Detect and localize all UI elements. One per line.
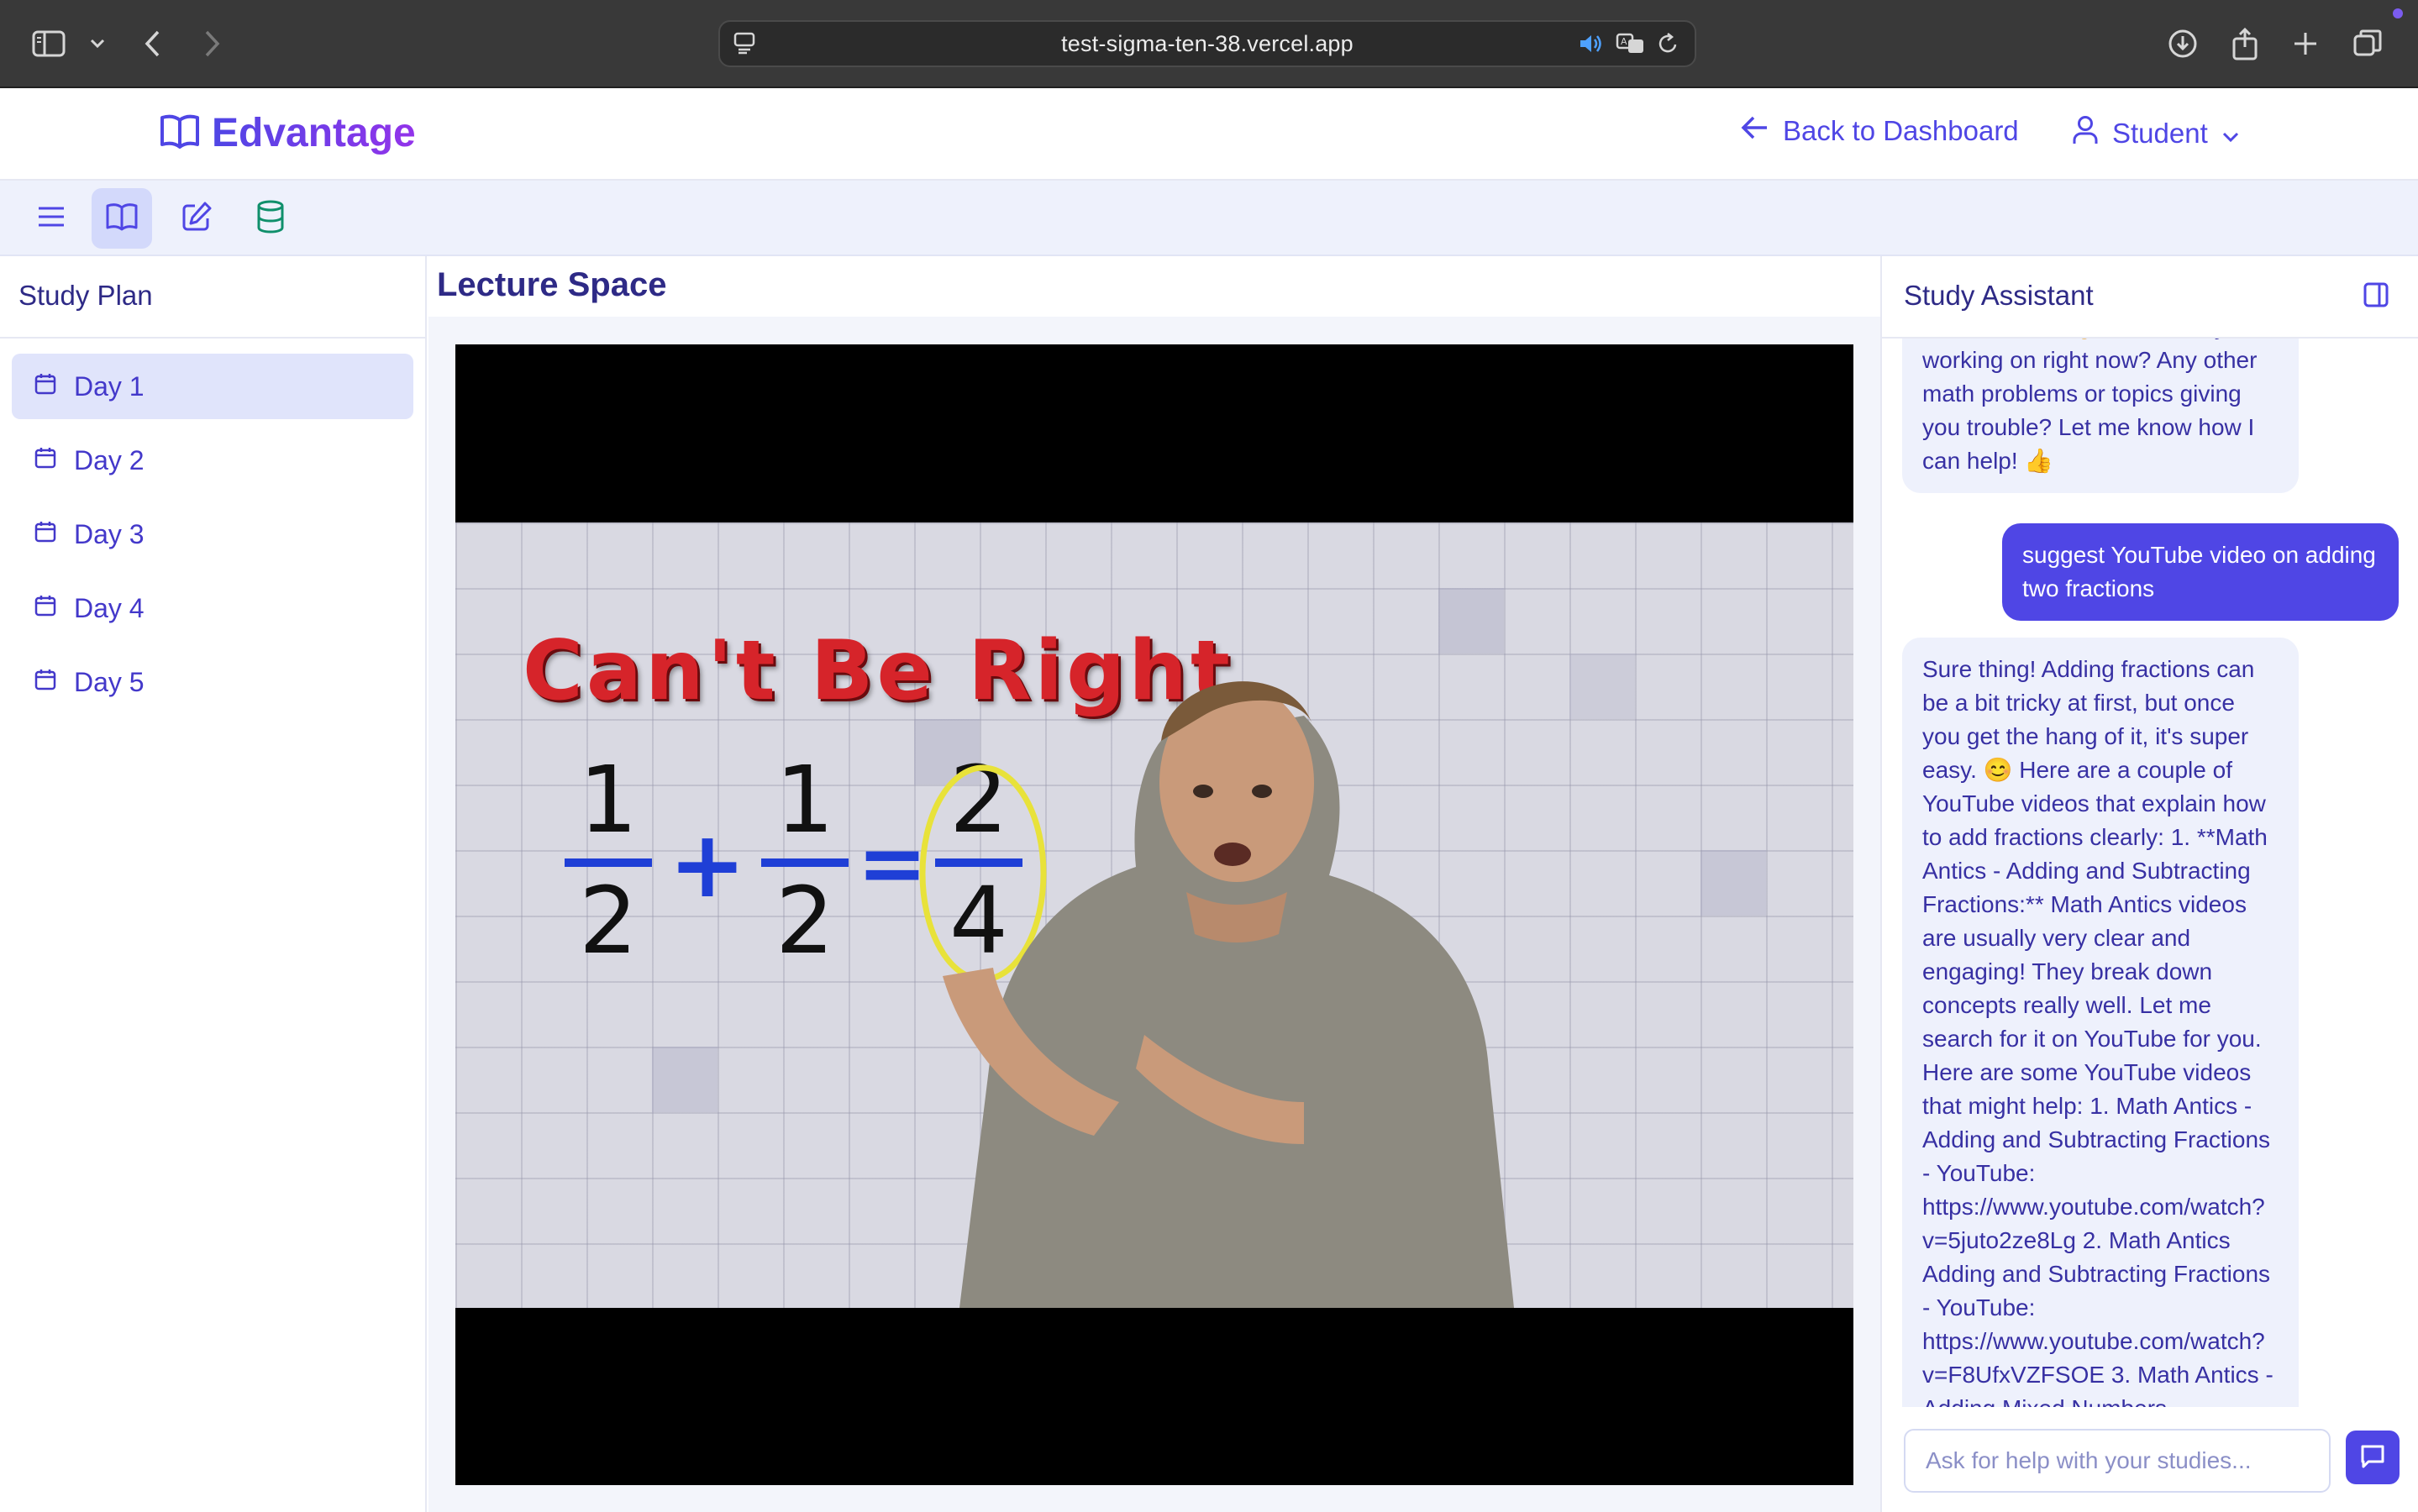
sidebar-item-day-1[interactable]: Day 1	[12, 354, 413, 419]
calendar-icon	[34, 445, 57, 476]
study-assistant-title: Study Assistant	[1904, 280, 2094, 311]
database-button[interactable]	[240, 188, 301, 249]
edit-icon	[181, 201, 213, 237]
study-assistant-panel: Study Assistant add fractions? 🤔 What ar…	[1880, 256, 2418, 1512]
sidebar-item-day-2[interactable]: Day 2	[12, 428, 413, 493]
denominator-2: 2	[775, 867, 834, 974]
translate-icon[interactable]: A	[1616, 32, 1646, 61]
sidebar-item-day-3[interactable]: Day 3	[12, 501, 413, 567]
chevron-down-icon	[2221, 118, 2240, 150]
numerator-1: 1	[579, 758, 638, 853]
menu-icon	[36, 204, 66, 234]
numerator-2: 1	[775, 758, 834, 853]
video-player[interactable]: Can't Be Right 1 2 + 1 2 = 2 4	[455, 344, 1853, 1485]
fraction-bar	[761, 858, 849, 867]
app-header: Edvantage Back to Dashboard Student	[0, 88, 2418, 181]
back-link-label: Back to Dashboard	[1783, 115, 2019, 146]
logo-text: Edvantage	[212, 111, 416, 155]
send-button[interactable]	[2346, 1431, 2400, 1484]
database-icon	[255, 200, 286, 238]
book-open-icon	[105, 202, 139, 236]
panel-right-icon	[2363, 282, 2389, 312]
presenter-figure	[943, 681, 1514, 1308]
sidebar-item-day-4[interactable]: Day 4	[12, 575, 413, 641]
user-icon	[2072, 115, 2099, 152]
lecture-title: Lecture Space	[437, 266, 667, 303]
plus-sign: +	[669, 811, 746, 918]
share-icon[interactable]	[2226, 25, 2263, 62]
study-plan-sidebar: Study Plan Day 1 Day 2 Day 3 Day 4 Day 5	[0, 256, 427, 1512]
sidebar-item-day-5[interactable]: Day 5	[12, 649, 413, 715]
day-label: Day 4	[74, 592, 145, 623]
browser-chrome: test-sigma-ten-38.vercel.app A	[0, 0, 2418, 88]
book-open-icon	[160, 113, 200, 154]
page-settings-icon[interactable]	[732, 30, 757, 61]
menu-button[interactable]	[21, 188, 81, 249]
new-tab-icon[interactable]	[2287, 25, 2324, 62]
lecture-space: Lecture Space Can't Be Right 1 2 + 1 2 =…	[428, 256, 1880, 1512]
svg-text:A: A	[1621, 36, 1627, 47]
notification-dot	[2393, 8, 2403, 18]
assistant-message: Sure thing! Adding fractions can be a bi…	[1902, 638, 2299, 1407]
reload-icon[interactable]	[1658, 32, 1679, 61]
chat-history[interactable]: add fractions? 🤔 What are you working on…	[1882, 339, 2418, 1407]
calendar-icon	[34, 593, 57, 624]
day-label: Day 5	[74, 666, 145, 697]
day-label: Day 2	[74, 444, 145, 475]
lecture-view-button[interactable]	[92, 188, 152, 249]
denominator-1: 2	[579, 867, 638, 974]
back-to-dashboard-link[interactable]: Back to Dashboard	[1741, 115, 2019, 147]
study-plan-title: Study Plan	[18, 280, 153, 311]
grid-tile	[1569, 654, 1635, 719]
lecture-header: Lecture Space	[428, 256, 1880, 317]
message-icon	[2358, 1441, 2387, 1474]
grid-tile	[652, 1047, 718, 1112]
user-message: suggest YouTube video on adding two frac…	[2002, 523, 2399, 621]
day-label: Day 1	[74, 370, 145, 402]
download-icon[interactable]	[2164, 25, 2201, 62]
back-arrow-icon[interactable]	[134, 25, 171, 62]
grid-tile	[1700, 850, 1766, 916]
speaker-icon[interactable]	[1579, 33, 1604, 60]
divider	[0, 337, 427, 339]
user-role-label: Student	[2112, 118, 2208, 149]
calendar-icon	[34, 371, 57, 402]
logo[interactable]: Edvantage	[160, 110, 416, 156]
url-text: test-sigma-ten-38.vercel.app	[1061, 30, 1354, 56]
arrow-left-icon	[1741, 115, 1769, 147]
calendar-icon	[34, 667, 57, 698]
video-frame: Can't Be Right 1 2 + 1 2 = 2 4	[455, 522, 1853, 1308]
tab-overview-icon[interactable]	[2349, 25, 2386, 62]
assistant-message: add fractions? 🤔 What are you working on…	[1902, 339, 2299, 493]
forward-arrow-icon[interactable]	[193, 25, 230, 62]
day-label: Day 3	[74, 518, 145, 549]
panel-toggle-button[interactable]	[2363, 281, 2396, 315]
sidebar-toggle-icon[interactable]	[30, 25, 67, 62]
calendar-icon	[34, 519, 57, 550]
chevron-down-icon[interactable]	[79, 25, 116, 62]
notes-button[interactable]	[166, 188, 227, 249]
chat-input[interactable]	[1904, 1429, 2331, 1493]
user-menu-button[interactable]: Student	[2072, 115, 2240, 152]
fraction-bar	[565, 858, 652, 867]
view-toolbar	[0, 181, 2418, 256]
address-bar[interactable]: test-sigma-ten-38.vercel.app A	[718, 20, 1696, 67]
